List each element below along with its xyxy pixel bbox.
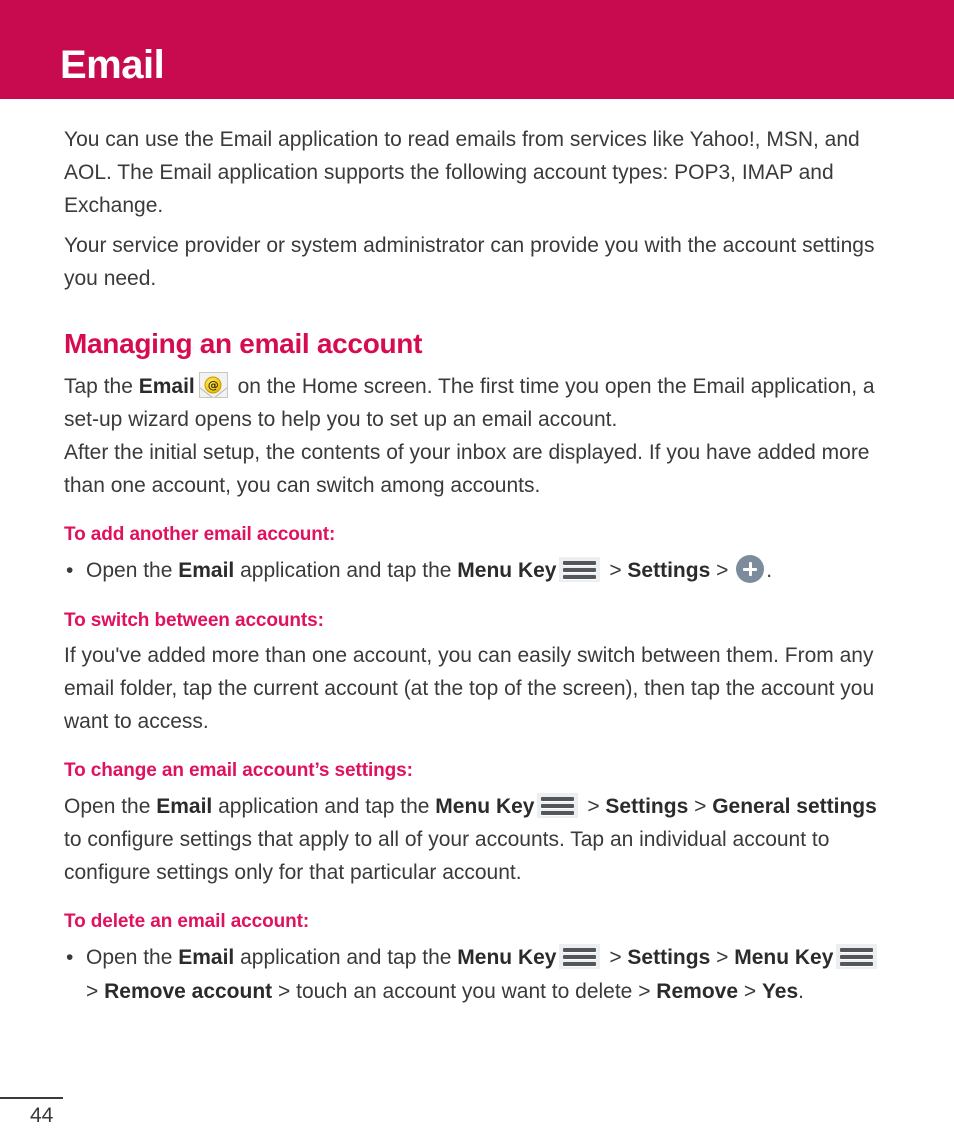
menu-key-icon[interactable] (836, 943, 878, 969)
delete-email-label: Email (178, 945, 235, 969)
delete-account-steps-list: • Open the Email application and tap the … (64, 941, 890, 1009)
delete-settings-label: Settings (627, 945, 711, 969)
delete-separator-1: > (609, 945, 622, 969)
add-account-steps-list: • Open the Email application and tap the … (64, 554, 890, 588)
change-separator-1: > (587, 795, 600, 819)
managing-intro-text-a: Tap the (64, 374, 139, 398)
change-menu-key-label: Menu Key (435, 795, 535, 819)
add-step-separator-1: > (609, 558, 622, 582)
delete-text-c: touch an account you want to delete (290, 979, 639, 1003)
page-title: Email (60, 43, 165, 87)
menu-bar-2 (563, 954, 597, 959)
page-content: You can use the Email application to rea… (0, 99, 954, 1009)
managing-intro-email-label: Email (138, 374, 195, 398)
menu-key-icon[interactable] (537, 793, 579, 819)
menu-bar-1 (563, 560, 597, 565)
section-heading-managing-email-account: Managing an email account (64, 328, 423, 359)
menu-bar-3 (563, 574, 597, 579)
delete-separator-2: > (716, 945, 729, 969)
switch-accounts-paragraph: If you've added more than one account, y… (64, 644, 875, 734)
intro-paragraph-2: Your service provider or system administ… (64, 234, 875, 290)
delete-text-b: application and tap the (234, 945, 458, 969)
menu-key-icon[interactable] (559, 556, 601, 582)
menu-bar-2 (840, 954, 874, 959)
menu-bar-2 (563, 567, 597, 572)
managing-intro-paragraph-2: After the initial setup, the contents of… (64, 440, 870, 497)
page-footer: 44 (0, 1097, 954, 1129)
menu-key-icon[interactable] (559, 943, 601, 969)
menu-bar-1 (840, 947, 874, 952)
delete-text-a: Open the (86, 945, 179, 969)
delete-separator-4: > (278, 979, 291, 1003)
add-step-text-b: application and tap the (234, 558, 458, 582)
subheading-change-account-settings: To change an email account’s settings: (64, 760, 413, 782)
add-step-settings-label: Settings (627, 558, 711, 582)
add-step-email-label: Email (178, 558, 235, 582)
change-text-a: Open the (64, 795, 157, 819)
at-symbol-badge: @ (204, 376, 222, 394)
delete-separator-5: > (638, 979, 651, 1003)
menu-bar-1 (563, 947, 597, 952)
menu-bar-3 (541, 811, 575, 816)
subheading-delete-email-account: To delete an email account: (64, 911, 310, 933)
delete-menu-key-label: Menu Key (457, 945, 557, 969)
menu-bar-2 (541, 804, 575, 809)
subheading-switch-between-accounts: To switch between accounts: (64, 609, 324, 631)
add-step-text-end: . (766, 558, 773, 582)
change-text-c: to configure settings that apply to all … (64, 828, 830, 885)
change-separator-2: > (694, 795, 707, 819)
list-item: • Open the Email application and tap the … (64, 941, 890, 1009)
subheading-add-another-email-account: To add another email account: (64, 523, 336, 545)
delete-separator-3: > (86, 979, 99, 1003)
change-settings-paragraph: Open the Email application and tap the M… (64, 790, 890, 889)
list-item: • Open the Email application and tap the … (64, 554, 890, 588)
delete-menu-key-label-2: Menu Key (734, 945, 834, 969)
plus-icon[interactable] (736, 555, 765, 584)
add-step-menu-key-label: Menu Key (457, 558, 557, 582)
menu-bar-1 (541, 797, 575, 802)
footer-divider (0, 1097, 63, 1099)
plus-bar-vertical (748, 562, 753, 577)
add-step-text-a: Open the (86, 558, 179, 582)
delete-text-period: . (798, 979, 805, 1003)
page-number: 44 (30, 1104, 54, 1127)
delete-remove-account-label: Remove account (104, 979, 273, 1003)
add-step-separator-2: > (716, 558, 729, 582)
change-text-b: application and tap the (212, 795, 436, 819)
bullet-point-icon: • (66, 945, 74, 969)
change-settings-label: Settings (605, 795, 689, 819)
change-general-settings-label: General settings (712, 795, 877, 819)
intro-paragraph-1: You can use the Email application to rea… (64, 128, 860, 217)
delete-yes-label: Yes (761, 979, 799, 1003)
delete-remove-label: Remove (656, 979, 738, 1003)
menu-bar-3 (840, 961, 874, 966)
page-header-banner: Email (0, 0, 954, 99)
managing-intro-paragraph-1: Tap the Email @ on the Home screen. The f… (64, 370, 890, 436)
bullet-point-icon: • (66, 558, 74, 582)
menu-bar-3 (563, 961, 597, 966)
delete-separator-6: > (743, 979, 757, 1003)
email-app-icon: @ (198, 372, 228, 399)
change-email-label: Email (156, 795, 213, 819)
